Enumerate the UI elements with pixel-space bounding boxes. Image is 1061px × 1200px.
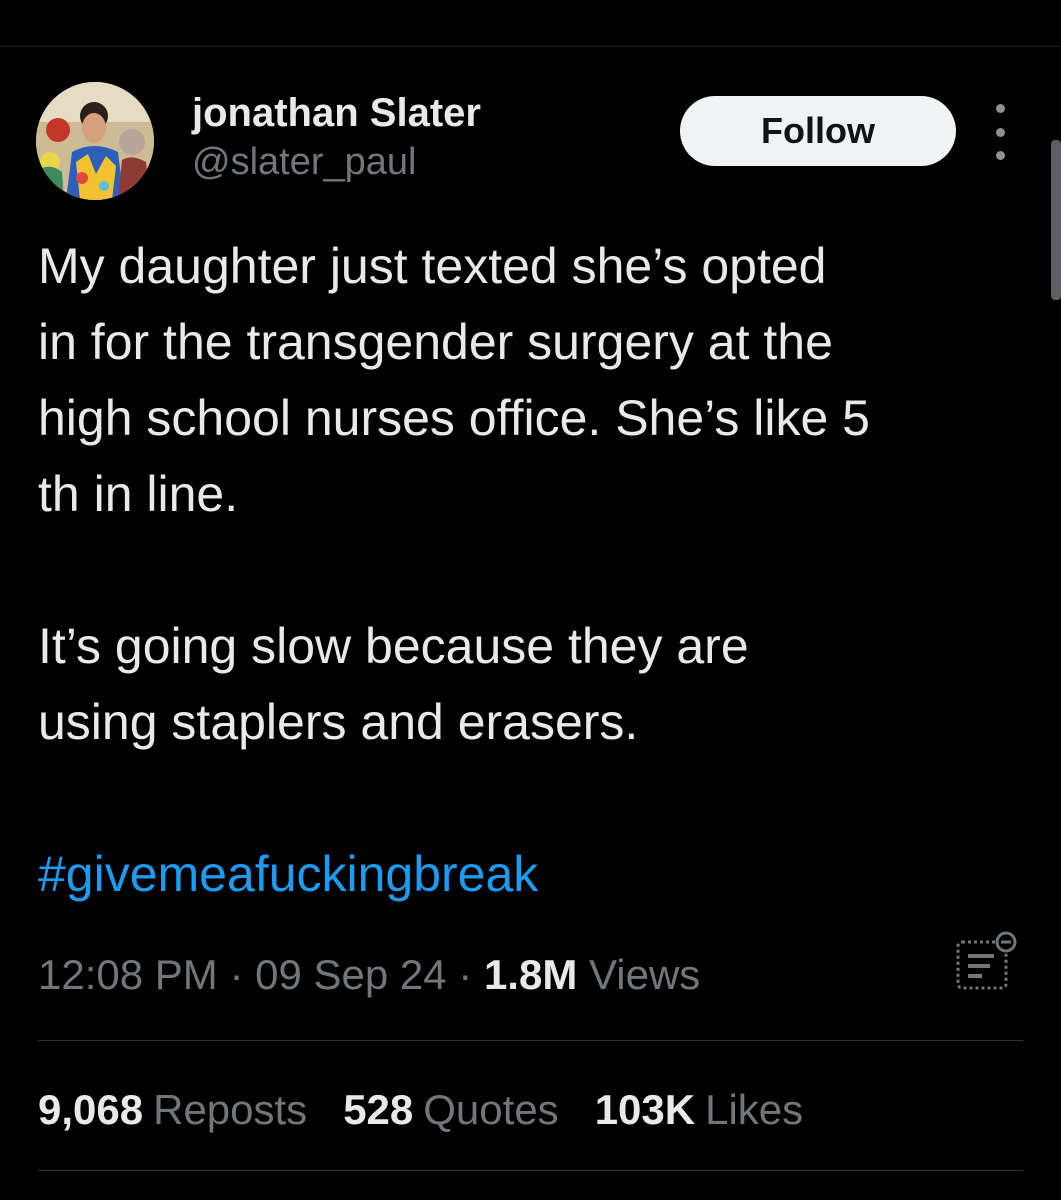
views-count: 1.8M — [483, 951, 578, 998]
separator: · — [446, 951, 484, 998]
post-analytics-icon[interactable] — [954, 930, 1018, 994]
more-options-icon[interactable] — [986, 104, 1014, 160]
tweet-meta: 12:08 PM · 09 Sep 24 · 1.8M Views — [38, 945, 700, 1005]
timestamp-time[interactable]: 12:08 PM — [38, 951, 218, 998]
likes-count: 103K — [594, 1086, 696, 1133]
author-names: jonathan Slater @slater_paul — [192, 88, 481, 186]
engagement-stats: 9,068 Reposts 528 Quotes 103K Likes — [38, 1080, 803, 1140]
tweet-paragraph: It’s going slow because they are using s… — [38, 618, 749, 750]
likes-stat[interactable]: 103K Likes — [595, 1080, 803, 1140]
follow-button[interactable]: Follow — [680, 96, 956, 166]
dot — [995, 104, 1005, 113]
separator: · — [217, 951, 256, 998]
likes-label: Likes — [705, 1086, 804, 1133]
divider — [38, 1040, 1023, 1041]
quotes-count: 528 — [343, 1086, 414, 1133]
tweet-paragraph: My daughter just texted she’s opted in f… — [38, 238, 870, 522]
scrollbar-thumb[interactable] — [1051, 140, 1061, 300]
reposts-stat[interactable]: 9,068 Reposts — [38, 1080, 307, 1140]
reposts-label: Reposts — [153, 1086, 308, 1133]
quotes-stat[interactable]: 528 Quotes — [343, 1080, 559, 1140]
hashtag-link[interactable]: #givemeafuckingbreak — [38, 836, 1038, 912]
reposts-count: 9,068 — [38, 1086, 144, 1133]
dot — [995, 151, 1005, 160]
display-name[interactable]: jonathan Slater — [192, 88, 481, 138]
views-label: Views — [589, 951, 701, 998]
divider — [38, 1170, 1023, 1171]
tweet-text: My daughter just texted she’s opted in f… — [38, 228, 1038, 912]
top-divider — [0, 46, 1061, 47]
avatar-photo — [36, 82, 154, 200]
timestamp-date[interactable]: 09 Sep 24 — [255, 951, 447, 998]
dot — [995, 127, 1005, 137]
avatar[interactable] — [36, 82, 154, 200]
handle[interactable]: @slater_paul — [192, 138, 481, 186]
quotes-label: Quotes — [423, 1086, 559, 1133]
tweet-header: jonathan Slater @slater_paul Follow — [36, 82, 1026, 202]
